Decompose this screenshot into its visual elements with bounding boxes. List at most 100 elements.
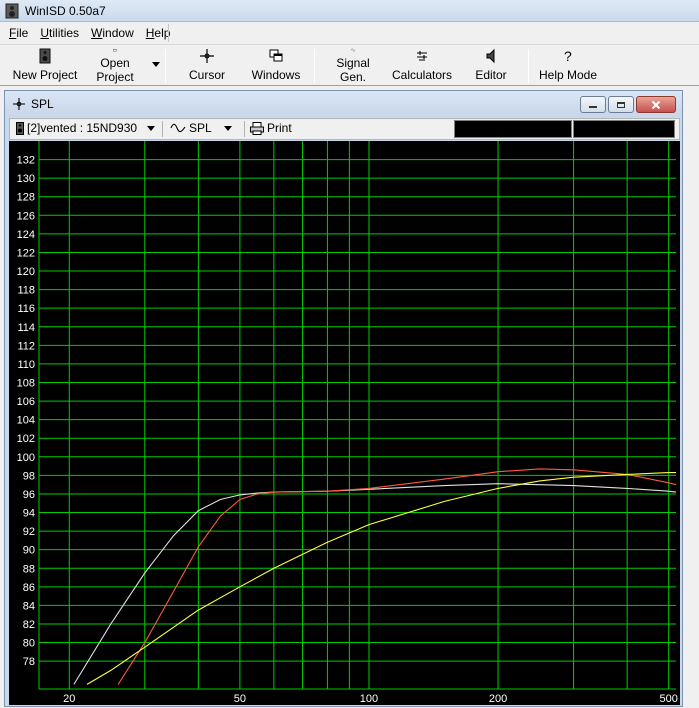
y-tick-label: 110 [17, 359, 35, 371]
y-tick-label: 80 [23, 638, 35, 650]
restore-icon [617, 101, 625, 108]
window-controls [580, 96, 676, 113]
menu-file-label: File [9, 26, 29, 40]
help-mode-button[interactable]: ? Help Mode [538, 48, 598, 84]
y-tick-label: 128 [17, 192, 35, 204]
menu-help-label: Help [145, 26, 171, 40]
spl-curve-3 [86, 472, 676, 685]
menu-utilities[interactable]: Utilities [34, 24, 85, 42]
y-tick-label: 90 [23, 545, 35, 557]
calculator-icon [417, 51, 427, 61]
speaker-icon [16, 121, 24, 135]
editor-label: Editor [475, 68, 507, 82]
menu-divider [168, 24, 169, 42]
windows-label: Windows [251, 68, 301, 82]
x-tick-label: 100 [360, 693, 378, 705]
y-tick-label: 130 [17, 173, 35, 185]
printer-icon [250, 121, 264, 135]
app-title-bar: WinISD 0.50a7 [0, 0, 699, 22]
spl-window: SPL [2]vented : 15ND930 SPL Print 78 80 … [4, 90, 683, 707]
project-selector[interactable]: [2]vented : 15ND930 [16, 121, 156, 135]
chevron-down-icon[interactable] [151, 59, 161, 69]
menu-window-label: Window [91, 26, 134, 40]
readout-box [454, 120, 572, 138]
toolbar-separator [162, 121, 163, 137]
chevron-down-icon [223, 126, 232, 131]
cursor-button[interactable]: Cursor [182, 48, 232, 84]
spl-toolbar: [2]vented : 15ND930 SPL Print [9, 118, 680, 140]
minimize-icon [589, 105, 597, 108]
chevron-down-icon [147, 126, 156, 131]
new-project-button[interactable]: New Project [12, 48, 78, 84]
main-toolbar: New Project Open Project Cursor Windows … [0, 44, 699, 86]
toolbar-separator [528, 49, 529, 83]
windows-icon [269, 49, 283, 62]
print-label: Print [267, 121, 292, 135]
close-icon [651, 100, 661, 109]
open-project-label: Open Project [96, 56, 134, 84]
project-selector-label: [2]vented : 15ND930 [27, 121, 138, 135]
readout-box [573, 120, 675, 138]
close-button[interactable] [636, 96, 676, 113]
y-tick-label: 106 [17, 396, 35, 408]
y-tick-label: 88 [23, 563, 35, 575]
graph-selector-label: SPL [189, 121, 212, 135]
y-tick-label: 98 [23, 470, 35, 482]
y-tick-label: 132 [17, 155, 35, 167]
menu-window[interactable]: Window [85, 24, 140, 42]
editor-button[interactable]: Editor [470, 48, 512, 84]
cursor-label: Cursor [188, 68, 225, 82]
crosshair-icon [13, 98, 25, 110]
y-tick-label: 108 [17, 377, 35, 389]
y-tick-label: 82 [23, 619, 35, 631]
x-tick-label: 20 [63, 693, 75, 705]
sine-wave-icon [350, 48, 356, 52]
question-mark-icon: ? [564, 48, 572, 64]
y-tick-label: 124 [17, 229, 35, 241]
spl-window-title-bar[interactable]: SPL [5, 91, 682, 117]
y-tick-label: 84 [23, 600, 35, 612]
y-tick-label: 112 [17, 340, 35, 352]
signal-gen-label: Signal Gen. [336, 56, 370, 84]
menu-help[interactable]: Help [140, 24, 177, 42]
menu-bar: File Utilities Window Help [0, 22, 699, 44]
toolbar-separator [244, 121, 245, 137]
y-tick-label: 94 [23, 508, 35, 520]
menu-file[interactable]: File [3, 24, 34, 42]
y-tick-label: 86 [23, 582, 35, 594]
y-tick-label: 122 [17, 247, 35, 259]
crosshair-icon [200, 49, 214, 63]
app-icon [5, 3, 19, 18]
x-tick-label: 500 [660, 693, 678, 705]
x-tick-label: 50 [234, 693, 246, 705]
open-project-button[interactable]: Open Project [80, 48, 150, 84]
app-title: WinISD 0.50a7 [25, 3, 106, 18]
toolbar-separator [314, 49, 315, 83]
spl-chart: 78 80 82 84 86 88 90 92 94 96 98 100 102 104 106 108 110… [17, 141, 678, 705]
graph-selector[interactable]: SPL [170, 121, 233, 135]
menu-utilities-label: Utilities [40, 26, 80, 40]
y-tick-label: 114 [17, 322, 35, 334]
calculators-button[interactable]: Calculators [390, 48, 454, 84]
new-project-label: New Project [12, 68, 78, 82]
y-tick-label: 120 [17, 266, 35, 278]
y-tick-label: 100 [17, 452, 35, 464]
speaker-icon [486, 48, 495, 64]
toolbar-separator [165, 49, 166, 83]
spl-plot[interactable]: 78 80 82 84 86 88 90 92 94 96 98 100 102 104 106 108 110… [9, 141, 680, 705]
sine-wave-icon [170, 123, 186, 133]
signal-gen-button[interactable]: Signal Gen. [322, 48, 384, 84]
x-tick-label: 200 [489, 693, 507, 705]
folder-open-icon [113, 48, 117, 52]
y-tick-label: 96 [23, 489, 35, 501]
y-tick-label: 92 [23, 526, 35, 538]
restore-button[interactable] [608, 96, 634, 113]
minimize-button[interactable] [580, 96, 606, 113]
spl-window-title: SPL [31, 97, 54, 111]
y-tick-label: 116 [17, 303, 35, 315]
print-button[interactable]: Print [250, 121, 292, 135]
windows-button[interactable]: Windows [248, 48, 304, 84]
y-tick-label: 126 [17, 210, 35, 222]
spl-curve-1 [73, 483, 677, 685]
y-tick-label: 118 [17, 285, 35, 297]
